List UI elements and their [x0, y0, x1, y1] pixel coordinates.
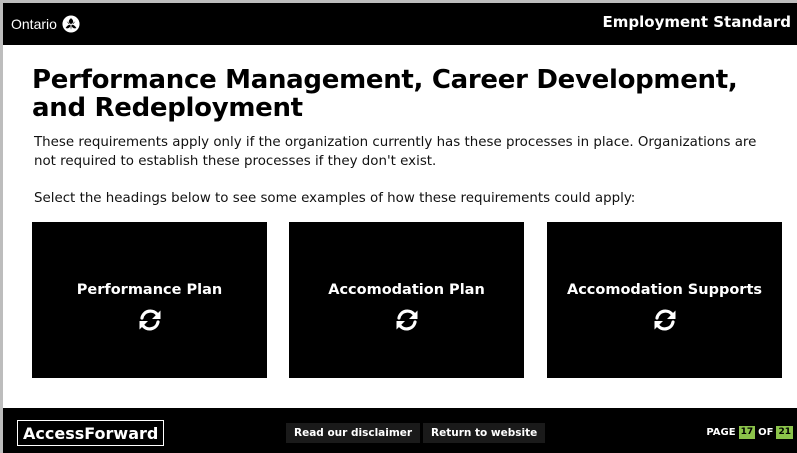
current-page-number: 17: [738, 426, 756, 439]
document-title: Employment Standard: [602, 13, 791, 31]
top-bar: Ontario Employment Standard: [3, 3, 797, 45]
flip-refresh-icon: [396, 309, 417, 331]
flip-card-accomodation-supports[interactable]: Accomodation Supports: [547, 222, 782, 378]
ontario-brand: Ontario: [11, 15, 80, 33]
flip-card-label: Accomodation Plan: [328, 282, 485, 298]
flip-refresh-icon: [139, 309, 160, 331]
total-page-number: 21: [776, 426, 793, 439]
brand-name: Ontario: [11, 16, 57, 32]
intro-text: These requirements apply only if the org…: [34, 135, 757, 169]
page-of: OF: [758, 427, 774, 438]
return-to-website-button[interactable]: Return to website: [423, 423, 546, 443]
flip-card-performance-plan[interactable]: Performance Plan: [32, 222, 267, 378]
instruction-text: Select the headings below to see some ex…: [34, 191, 636, 206]
accessforward-logo: AccessForward: [17, 420, 165, 446]
trillium-logo-icon: [62, 15, 80, 33]
page-title: Performance Management, Career Developme…: [32, 65, 738, 123]
disclaimer-button[interactable]: Read our disclaimer: [286, 423, 421, 443]
flip-card-label: Accomodation Supports: [566, 282, 763, 298]
flip-refresh-icon: [654, 309, 675, 331]
logo-text: AccessForward: [23, 423, 159, 443]
page-indicator: PAGE 17 OF 21: [706, 426, 793, 439]
footer-bar: AccessForward Read our disclaimer Return…: [3, 408, 797, 453]
flip-card-accomodation-plan[interactable]: Accomodation Plan: [289, 222, 524, 378]
page-prefix: PAGE: [706, 427, 736, 438]
flip-card-label: Performance Plan: [76, 282, 223, 298]
